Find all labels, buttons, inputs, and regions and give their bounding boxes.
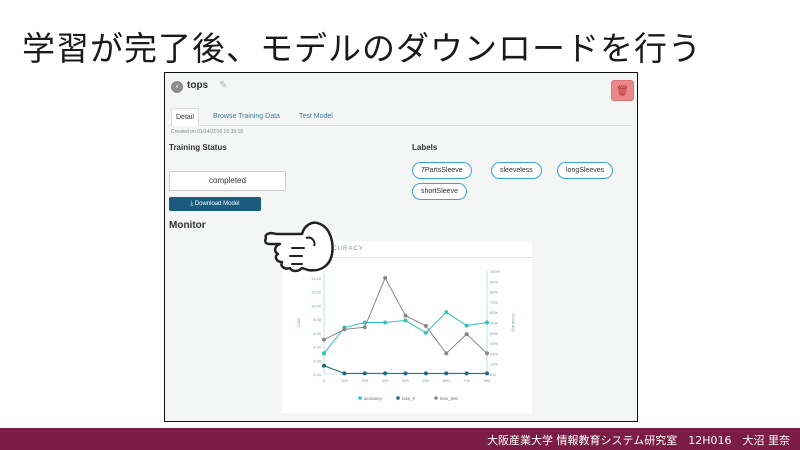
y2-tick-label: 80% [490,290,498,295]
legend-marker-accuracy [358,396,362,400]
data-point-loss_test [362,325,367,330]
download-model-button[interactable]: ⤓ Download Model [169,197,261,211]
legend-marker-loss_0 [396,396,400,400]
tab-browse-training-data[interactable]: Browse Training Data [209,108,284,126]
data-point-accuracy [403,318,408,323]
legend-label-loss_test: loss_test [440,396,459,401]
tab-test-model[interactable]: Test Model [295,108,337,126]
label-chip[interactable]: longSleeves [557,162,614,179]
y2-tick-label: 50% [490,321,498,326]
legend-label-accuracy: accuracy [364,396,383,401]
download-icon: ⤓ [190,201,194,207]
data-point-accuracy [485,320,489,325]
data-point-loss_0 [342,371,347,376]
data-point-loss_0 [464,371,469,376]
data-point-loss_test [464,332,469,337]
created-date: Created on 01/14/2016 15:39:18 [171,129,244,135]
data-point-loss_test [423,323,428,328]
trash-icon: 🗑 [616,86,629,97]
data-point-accuracy [444,310,449,315]
data-point-loss_test [342,327,347,332]
y2-tick-label: 40% [490,331,498,336]
tab-detail[interactable]: Detail [171,108,199,126]
y2-axis-title: Accuracy [511,313,516,332]
y2-tick-label: 30% [490,341,498,346]
x-tick-label: 300 [382,378,389,383]
data-point-loss_0 [423,371,428,376]
pointing-hand-icon [263,221,334,273]
y-tick-label: 2.00 [313,358,322,363]
data-point-loss_0 [383,371,388,376]
y2-tick-label: 60% [490,310,498,315]
y-tick-label: 12.00 [311,290,322,295]
pencil-icon[interactable]: ✎ [219,80,227,91]
x-tick-label: 0 [323,378,326,383]
data-point-loss_test [322,337,326,342]
data-point-accuracy [464,323,469,328]
status-value: completed [169,171,286,191]
data-point-accuracy [423,330,428,335]
y2-tick-label: 20% [490,351,498,356]
y2-tick-label: 10% [490,362,498,367]
x-tick-label: 500 [423,378,430,383]
data-point-loss_test [403,313,408,318]
label-chip[interactable]: sleeveless [491,162,542,179]
data-point-loss_0 [322,363,326,368]
data-point-accuracy [322,351,326,356]
labels-heading: Labels [412,143,438,152]
data-point-loss_0 [362,371,367,376]
tab-bar: Detail Browse Training Data Test Model [169,108,633,126]
data-point-accuracy [383,320,388,325]
y-tick-label: 10.00 [311,303,322,308]
slide-title: 学習が完了後、モデルのダウンロードを行う [22,29,702,68]
model-name: tops [187,80,209,91]
delete-button[interactable]: 🗑 [611,80,634,101]
download-model-label: Download Model [194,201,240,207]
y-tick-label: 6.00 [313,331,322,336]
footer-bar: 大阪産業大学 情報教育システム研究室 12H016 大沼 里奈 [0,428,800,450]
y-tick-label: 4.00 [313,345,322,350]
x-tick-label: 100 [341,378,348,383]
y2-tick-label: 0% [490,372,496,377]
data-point-loss_test [383,275,388,280]
label-chip[interactable]: shortSleeve [412,183,467,200]
series-line-accuracy [323,311,488,354]
y2-tick-label: 100% [490,269,501,274]
y-tick-label: 14.00 [311,276,322,281]
x-tick-label: 800 [484,378,491,383]
x-tick-label: 200 [361,378,368,383]
data-point-loss_test [485,351,489,356]
footer-text: 大阪産業大学 情報教育システム研究室 12H016 大沼 里奈 [487,434,790,447]
y2-tick-label: 70% [490,300,498,305]
app-screenshot: ‹ tops ✎ 🗑 Detail Browse Training Data T… [164,72,638,422]
x-tick-label: 600 [443,378,450,383]
x-tick-label: 700 [463,378,470,383]
data-point-loss_0 [444,371,449,376]
data-point-loss_0 [485,371,489,376]
chevron-left-icon[interactable]: ‹ [171,81,183,93]
y-axis-title: Loss [296,317,301,327]
data-point-loss_test [444,351,449,356]
legend-label-loss_0: loss_0 [402,396,416,401]
label-chip[interactable]: 7PartsSleeve [412,162,472,179]
y2-tick-label: 90% [490,279,498,284]
data-point-loss_0 [403,371,408,376]
x-tick-label: 400 [402,378,409,383]
monitor-heading: Monitor [169,220,206,231]
training-status-heading: Training Status [169,143,227,152]
legend-marker-loss_test [434,396,438,400]
y-tick-label: 8.00 [313,317,322,322]
y-tick-label: 0.00 [313,372,322,377]
